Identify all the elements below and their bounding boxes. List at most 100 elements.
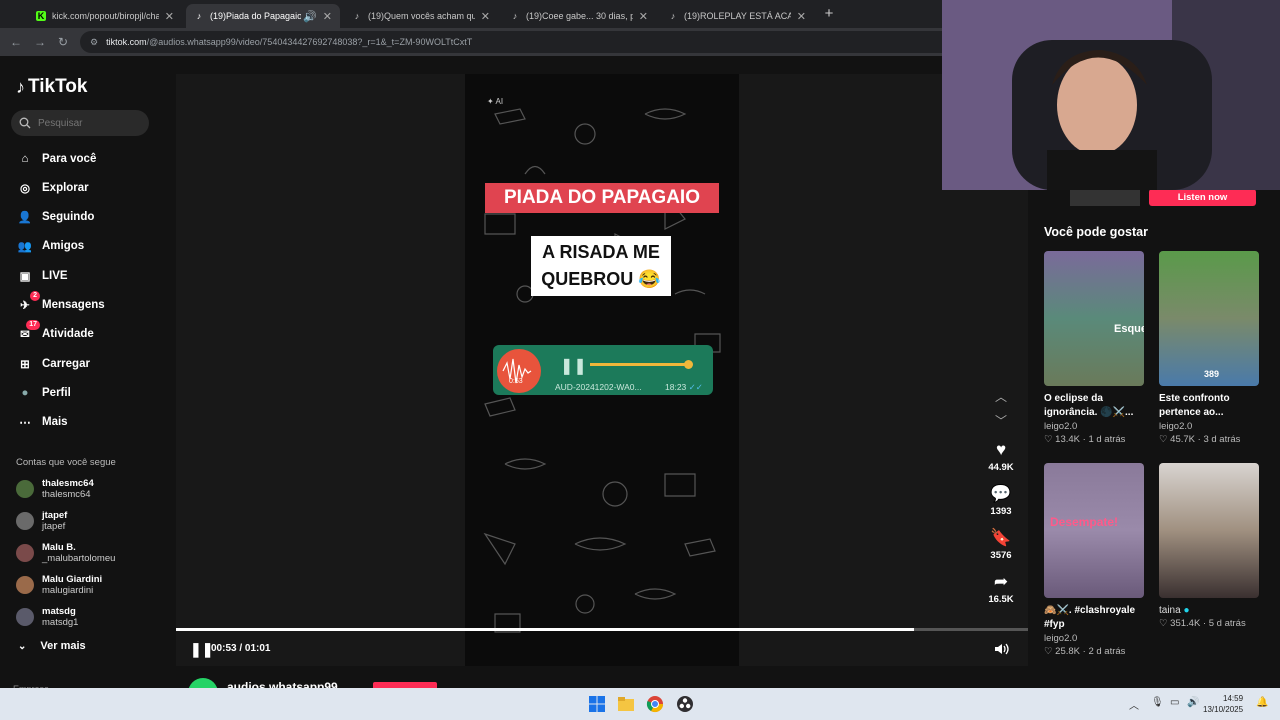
followed-account[interactable]: thalesmc64 thalesmc64 — [16, 478, 94, 500]
video-caption: O eclipse da ignorância. 🌑⚔️... — [1044, 393, 1134, 418]
sidebar-item-upload[interactable]: ⊞ Carregar — [16, 354, 90, 374]
speaker-icon[interactable]: 🔊 — [303, 10, 317, 23]
account-name: jtapef — [42, 510, 68, 521]
waveform-icon — [502, 358, 532, 384]
sidebar-item-label: Carregar — [42, 358, 90, 370]
see-more-button[interactable]: ⌄ Ver mais — [18, 640, 86, 652]
sidebar-item-messages[interactable]: ✈ 2 Mensagens — [16, 291, 105, 315]
video-caption: Este confronto pertence ao... — [1159, 393, 1230, 418]
notification-icon[interactable]: 🔔 — [1256, 697, 1268, 708]
video-thumbnail[interactable]: 389 — [1159, 251, 1259, 386]
followed-account[interactable]: jtapef jtapef — [16, 510, 67, 532]
tray-chevron-icon[interactable]: ︿ — [1129, 697, 1139, 712]
browser-tab-active[interactable]: ♪ (19)Piada do Papagaio: Risada 🔊 ✕ — [186, 4, 340, 28]
speaker-tray-icon[interactable]: 🔊 — [1187, 697, 1199, 708]
sidebar-item-following[interactable]: 👤 Seguindo — [16, 207, 95, 227]
heart-button[interactable]: ♥ 44.9K — [982, 440, 1020, 473]
avatar[interactable] — [16, 608, 34, 626]
close-tab-icon[interactable]: ✕ — [639, 10, 648, 23]
video-author[interactable]: leigo2.0 — [1044, 632, 1144, 645]
avatar[interactable] — [16, 576, 34, 594]
account-name: Malu Giardini — [42, 574, 103, 585]
search-icon — [19, 117, 31, 129]
sidebar-item-home[interactable]: ⌂ Para você — [16, 149, 97, 169]
sidebar-item-live[interactable]: ▣ LIVE — [16, 266, 68, 286]
listen-now-button[interactable]: Listen now — [1149, 189, 1256, 206]
sidebar-item-activity[interactable]: ✉ 17 Atividade — [16, 320, 94, 344]
network-icon[interactable]: ▭ — [1170, 697, 1179, 708]
action-count: 1393 — [990, 506, 1012, 517]
sidebar-item-profile[interactable]: ● Perfil — [16, 383, 71, 403]
notification-badge: 2 — [30, 291, 40, 301]
avatar[interactable] — [16, 480, 34, 498]
avatar[interactable] — [16, 544, 34, 562]
obs-icon[interactable] — [676, 695, 694, 713]
site-info-icon[interactable]: ⚙ — [90, 37, 98, 48]
recommended-video-card[interactable]: 389 Este confronto pertence ao... leigo2… — [1159, 251, 1259, 446]
verified-icon: ● — [1183, 605, 1190, 616]
sidebar-item-label: Seguindo — [42, 211, 95, 223]
reload-icon[interactable]: ↻ — [55, 34, 71, 50]
followed-account[interactable]: Malu B. _malubartolomeu — [16, 542, 115, 564]
recommended-video-card[interactable]: taina ● ♡ 351.4K · 5 d atrás — [1159, 463, 1259, 630]
tiktok-favicon-icon: ♪ — [512, 11, 518, 21]
close-tab-icon[interactable]: ✕ — [481, 10, 490, 23]
search-input[interactable] — [38, 117, 138, 129]
sidebar-item-compass[interactable]: ◎ Explorar — [16, 178, 89, 198]
avatar[interactable] — [16, 512, 34, 530]
recommended-video-card[interactable]: Esque O eclipse da ignorância. 🌑⚔️... le… — [1044, 251, 1144, 446]
previous-video-icon[interactable]: ︿ — [993, 388, 1009, 404]
microphone-icon[interactable]: 🎙 — [1151, 697, 1164, 708]
browser-tab[interactable]: ♪ (19)Quem vocês acham que vai ✕ — [344, 4, 498, 28]
heart-outline-icon: ♡ — [1044, 434, 1053, 445]
browser-tab[interactable]: K kick.com/popout/biropjl/chat ✕ — [28, 4, 182, 28]
video-author[interactable]: leigo2.0 — [1159, 420, 1259, 433]
close-tab-icon[interactable]: ✕ — [165, 10, 174, 23]
action-count: 44.9K — [988, 462, 1014, 473]
video-thumbnail[interactable]: Desempate! — [1044, 463, 1144, 598]
video-meta: ♡ 25.8K · 2 d atrás — [1044, 646, 1126, 657]
system-clock[interactable]: 14:59 13/10/2025 — [1203, 693, 1243, 715]
account-name: thalesmc64 — [42, 478, 94, 489]
windows-start-icon[interactable] — [588, 695, 606, 713]
browser-tab[interactable]: ♪ (19)ROLEPLAY ESTÁ ACABANDO ✕ — [660, 4, 814, 28]
followed-account[interactable]: Malu Giardini malugiardini — [16, 574, 102, 596]
recommended-video-card[interactable]: Desempate! 🙈⚔️. #clashroyale #fyp leigo2… — [1044, 463, 1144, 658]
heart-icon: ♥ — [995, 440, 1007, 459]
profile-icon: ● — [21, 387, 29, 399]
back-icon[interactable]: ← — [8, 34, 24, 50]
sidebar-item-label: LIVE — [42, 270, 68, 282]
next-video-icon[interactable]: ﹀ — [993, 412, 1009, 428]
sidebar-item-friends[interactable]: 👥 Amigos — [16, 236, 84, 256]
video-author[interactable]: taina ● — [1159, 604, 1259, 617]
video-progress-fill[interactable] — [176, 628, 914, 631]
file-explorer-icon[interactable] — [617, 695, 635, 713]
comment-icon: 💬 — [990, 484, 1012, 503]
pause-button[interactable]: ❚❚ — [190, 641, 213, 658]
home-icon: ⌂ — [21, 153, 29, 165]
comment-button[interactable]: 💬 1393 — [982, 484, 1020, 517]
video-thumbnail[interactable]: Esque — [1044, 251, 1144, 386]
search-box[interactable] — [11, 110, 149, 136]
sidebar-item-more[interactable]: ⋯ Mais — [16, 412, 67, 432]
forward-icon[interactable]: → — [32, 34, 48, 50]
followed-account[interactable]: matsdg matsdg1 — [16, 606, 78, 628]
new-tab-button[interactable]: + — [820, 5, 838, 23]
streamer-webcam-image — [942, 0, 1280, 190]
audio-duration: 0:53 — [509, 378, 523, 385]
activity-icon: ✉ 17 — [16, 320, 40, 343]
video-meta: ♡ 13.4K · 1 d atrás — [1044, 434, 1126, 445]
video-thumbnail[interactable] — [1159, 463, 1259, 598]
video-author[interactable]: leigo2.0 — [1044, 420, 1144, 433]
volume-icon[interactable] — [993, 641, 1009, 657]
share-button[interactable]: ➦ 16.5K — [982, 572, 1020, 605]
video-subtitle-banner: A RISADA ME QUEBROU 😂 — [531, 236, 671, 296]
tiktok-favicon-icon: ♪ — [354, 11, 360, 21]
chrome-icon[interactable] — [646, 695, 664, 713]
browser-tab[interactable]: ♪ (19)Coee gabe... 30 dias, perda ✕ — [502, 4, 656, 28]
tiktok-logo[interactable]: ♪ TikTok — [16, 76, 87, 98]
pause-icon: ❚❚ — [560, 358, 587, 375]
close-tab-icon[interactable]: ✕ — [797, 10, 806, 23]
close-tab-icon[interactable]: ✕ — [323, 10, 332, 23]
bookmark-button[interactable]: 🔖 3576 — [982, 528, 1020, 561]
